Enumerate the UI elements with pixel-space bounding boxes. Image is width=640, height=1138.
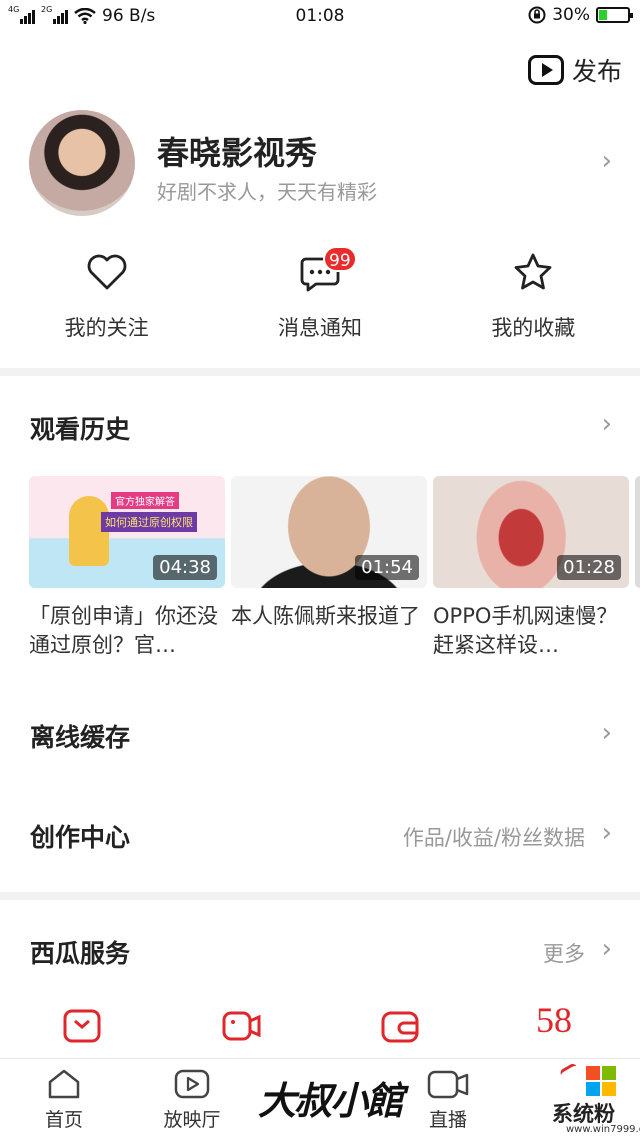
play-screen-icon xyxy=(174,1069,210,1099)
video-thumbnail[interactable]: 01:28 xyxy=(433,476,629,588)
avatar[interactable] xyxy=(29,110,135,216)
58-icon[interactable]: 58 xyxy=(536,999,586,1040)
tab-label: 放映厅 xyxy=(163,1109,221,1131)
overlay-logo: 大叔小館 xyxy=(258,1078,404,1123)
calendar-icon[interactable] xyxy=(62,1005,102,1045)
video-title[interactable]: OPPO手机网速慢？赶紧这样设… xyxy=(433,602,629,660)
video-title[interactable]: 本人陈佩斯来报道了 xyxy=(231,602,427,660)
chevron-right-icon: › xyxy=(601,718,612,748)
video-title[interactable]: 「原创申请」你还没通过原创？官… xyxy=(29,602,225,660)
section-divider xyxy=(0,892,640,900)
my-follows-button[interactable]: 我的关注 xyxy=(0,250,213,350)
tab-home[interactable]: 首页 xyxy=(14,1067,114,1132)
history-video-peek[interactable] xyxy=(635,476,640,588)
offline-title: 离线缓存 xyxy=(30,723,131,752)
my-favorites-button[interactable]: 我的收藏 xyxy=(427,250,640,350)
rotation-lock-icon xyxy=(528,6,546,24)
tab-live[interactable]: 直播 xyxy=(398,1067,498,1132)
video-play-icon xyxy=(527,55,564,85)
history-video[interactable]: 官方独家解答 如何通过原创权限 04:38 「原创申请」你还没通过原创？官… xyxy=(29,476,225,660)
creator-title: 创作中心 xyxy=(30,823,131,852)
video-duration: 04:38 xyxy=(153,555,217,580)
profile-card[interactable]: 春晓影视秀 好剧不求人，天天有精彩 › xyxy=(0,108,640,218)
star-icon xyxy=(514,253,552,290)
tab-label: 首页 xyxy=(44,1109,83,1131)
quick-label: 我的关注 xyxy=(64,316,149,340)
services-row: 58 xyxy=(0,1000,640,1055)
thumb-headline: 如何通过原创权限 xyxy=(101,512,197,532)
tab-theater[interactable]: 放映厅 xyxy=(142,1067,242,1132)
history-list: 官方独家解答 如何通过原创权限 04:38 「原创申请」你还没通过原创？官… 0… xyxy=(29,476,629,660)
battery-percent: 30% xyxy=(552,5,590,25)
clock: 01:08 xyxy=(295,6,345,26)
publish-button[interactable]: 发布 xyxy=(527,52,622,88)
tab-label: 直播 xyxy=(428,1109,467,1131)
services-title: 西瓜服务 xyxy=(30,939,131,968)
profile-bio: 好剧不求人，天天有精彩 xyxy=(157,180,377,204)
status-bar: 4G 2G 96 B/s 01:08 30% xyxy=(0,0,640,34)
windows-logo-icon xyxy=(586,1066,616,1096)
video-duration: 01:54 xyxy=(355,555,419,580)
creator-subtitle: 作品/收益/粉丝数据 xyxy=(402,826,585,850)
services-more-link[interactable]: 更多 xyxy=(543,938,585,968)
section-divider xyxy=(0,368,640,376)
camera-icon[interactable] xyxy=(221,1005,261,1045)
home-icon xyxy=(48,1069,80,1099)
wallet-icon[interactable] xyxy=(380,1005,420,1045)
video-duration: 01:28 xyxy=(557,555,621,580)
quick-actions: 我的关注 消息通知 我的收藏 xyxy=(0,250,640,350)
history-video[interactable]: 01:54 本人陈佩斯来报道了 xyxy=(231,476,427,660)
thumb-tag: 官方独家解答 xyxy=(111,492,179,509)
notifications-button[interactable]: 消息通知 xyxy=(213,250,426,350)
battery-icon xyxy=(596,7,633,23)
video-thumbnail[interactable]: 01:54 xyxy=(231,476,427,588)
chevron-right-icon[interactable]: › xyxy=(602,934,612,964)
watermark-url: www.win7999.com xyxy=(566,1124,640,1135)
quick-label: 我的收藏 xyxy=(491,316,576,340)
heart-icon xyxy=(87,254,126,290)
live-camera-icon xyxy=(427,1070,469,1099)
profile-name: 春晓影视秀 xyxy=(157,134,318,172)
chevron-right-icon: › xyxy=(601,146,612,176)
history-video[interactable]: 01:28 OPPO手机网速慢？赶紧这样设… xyxy=(433,476,629,660)
quick-label: 消息通知 xyxy=(277,316,362,340)
video-thumbnail[interactable]: 官方独家解答 如何通过原创权限 04:38 xyxy=(29,476,225,588)
chevron-right-icon: › xyxy=(601,818,612,848)
history-title[interactable]: 观看历史 xyxy=(30,410,130,446)
chevron-right-icon[interactable]: › xyxy=(602,409,612,439)
notification-badge: 99 xyxy=(323,246,357,272)
publish-label: 发布 xyxy=(571,57,622,86)
